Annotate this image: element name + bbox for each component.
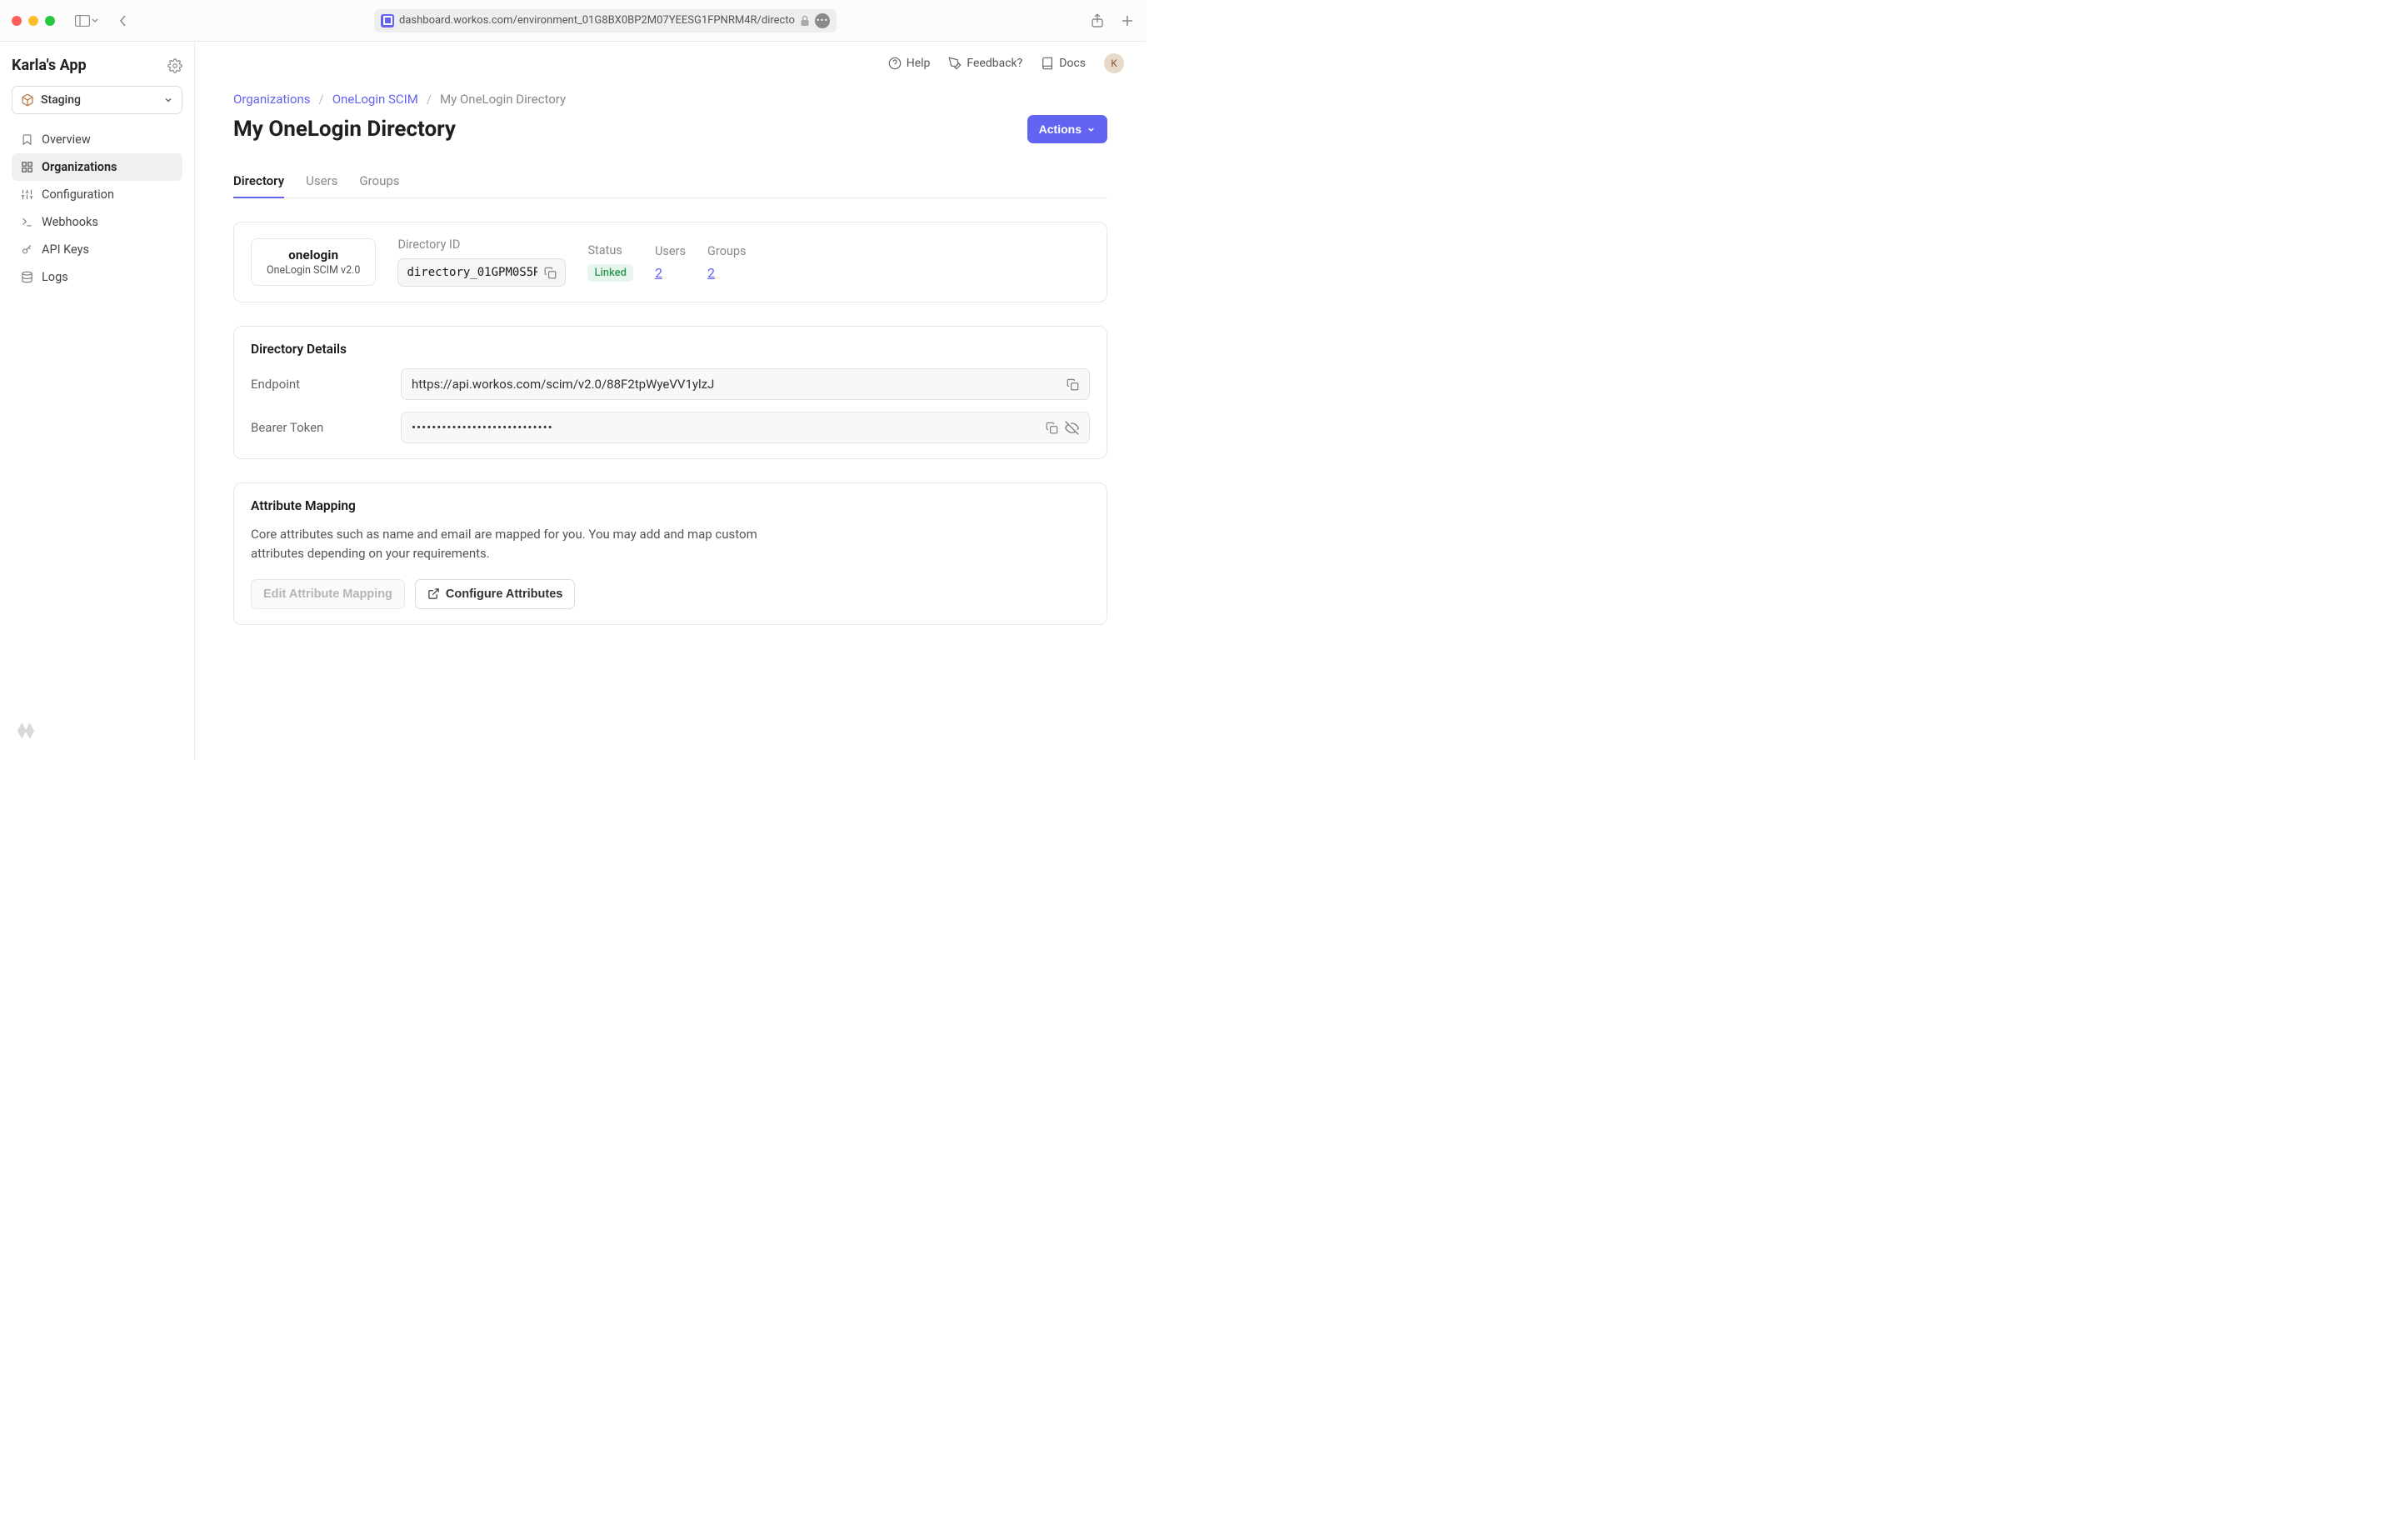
workos-logo <box>12 717 182 745</box>
configure-attributes-button[interactable]: Configure Attributes <box>415 579 575 609</box>
sidebar-item-label: Logs <box>42 270 68 284</box>
breadcrumb: Organizations / OneLogin SCIM / My OneLo… <box>233 92 1107 107</box>
sidebar-item-logs[interactable]: Logs <box>12 263 182 291</box>
traffic-lights <box>12 16 55 26</box>
sidebar-item-overview[interactable]: Overview <box>12 126 182 153</box>
browser-back-button[interactable] <box>118 14 128 28</box>
lock-icon <box>800 15 810 27</box>
endpoint-value: https://api.workos.com/scim/v2.0/88F2tpW… <box>412 377 1060 392</box>
groups-label: Groups <box>707 244 747 258</box>
site-menu-icon[interactable]: ••• <box>815 13 830 28</box>
endpoint-label: Endpoint <box>251 377 392 392</box>
avatar[interactable]: K <box>1104 53 1124 73</box>
breadcrumb-org[interactable]: OneLogin SCIM <box>332 92 418 107</box>
groups-count-link[interactable]: 2 <box>707 265 747 281</box>
feedback-label: Feedback? <box>967 57 1022 70</box>
sidebar: Karla's App Staging Overview Organizatio… <box>0 42 195 760</box>
directory-id-field[interactable]: directory_01GPM0S5RNS <box>397 258 566 287</box>
docs-label: Docs <box>1059 57 1086 70</box>
users-count-link[interactable]: 2 <box>655 265 686 281</box>
url-text: dashboard.workos.com/environment_01G8BX0… <box>399 14 795 27</box>
logs-icon <box>20 271 33 284</box>
edit-attribute-mapping-button: Edit Attribute Mapping <box>251 579 405 609</box>
provider-subtitle: OneLogin SCIM v2.0 <box>267 264 360 277</box>
attribute-mapping-desc: Core attributes such as name and email a… <box>251 525 784 564</box>
tab-directory[interactable]: Directory <box>233 165 284 198</box>
site-favicon-icon <box>381 14 394 28</box>
sidebar-item-api-keys[interactable]: API Keys <box>12 236 182 263</box>
users-label: Users <box>655 244 686 258</box>
tab-groups[interactable]: Groups <box>359 165 399 198</box>
share-icon[interactable] <box>1091 13 1104 28</box>
endpoint-field[interactable]: https://api.workos.com/scim/v2.0/88F2tpW… <box>401 368 1090 400</box>
breadcrumb-separator: / <box>427 92 432 107</box>
actions-label: Actions <box>1039 122 1082 136</box>
bearer-token-label: Bearer Token <box>251 420 392 435</box>
bearer-token-value: •••••••••••••••••••••••••••• <box>412 420 1039 435</box>
app-name: Karla's App <box>12 57 87 74</box>
sidebar-item-organizations[interactable]: Organizations <box>12 153 182 181</box>
copy-icon[interactable] <box>1046 422 1058 434</box>
bookmark-icon <box>20 133 33 147</box>
tab-users[interactable]: Users <box>306 165 337 198</box>
sidebar-item-label: Organizations <box>42 160 117 174</box>
settings-icon[interactable] <box>167 58 182 73</box>
sidebar-item-label: Overview <box>42 132 91 147</box>
breadcrumb-organizations[interactable]: Organizations <box>233 92 311 107</box>
browser-sidebar-toggle[interactable] <box>75 15 98 27</box>
box-icon <box>21 93 34 107</box>
directory-id-value: directory_01GPM0S5RNS <box>407 266 537 279</box>
grid-icon <box>20 161 33 174</box>
actions-button[interactable]: Actions <box>1027 115 1107 143</box>
sidebar-item-label: Webhooks <box>42 215 98 229</box>
docs-link[interactable]: Docs <box>1041 57 1086 70</box>
new-tab-button[interactable] <box>1121 14 1134 28</box>
key-icon <box>20 243 33 257</box>
chevron-down-icon <box>163 95 173 105</box>
attribute-mapping-card: Attribute Mapping Core attributes such a… <box>233 482 1107 625</box>
copy-icon[interactable] <box>544 267 557 279</box>
sidebar-item-label: Configuration <box>42 188 114 202</box>
attribute-mapping-title: Attribute Mapping <box>251 498 1090 513</box>
window-close-icon[interactable] <box>12 16 22 26</box>
terminal-icon <box>20 216 33 229</box>
environment-select[interactable]: Staging <box>12 86 182 114</box>
help-label: Help <box>907 57 931 70</box>
window-minimize-icon[interactable] <box>28 16 38 26</box>
sidebar-item-webhooks[interactable]: Webhooks <box>12 208 182 236</box>
chevron-down-icon <box>1087 125 1096 134</box>
breadcrumb-current: My OneLogin Directory <box>440 92 566 107</box>
eye-off-icon[interactable] <box>1065 421 1079 435</box>
help-link[interactable]: Help <box>888 57 931 70</box>
breadcrumb-separator: / <box>319 92 324 107</box>
environment-label: Staging <box>41 93 81 107</box>
sidebar-item-configuration[interactable]: Configuration <box>12 181 182 208</box>
status-label: Status <box>587 243 633 258</box>
directory-summary-card: onelogin OneLogin SCIM v2.0 Directory ID… <box>233 222 1107 302</box>
url-bar[interactable]: dashboard.workos.com/environment_01G8BX0… <box>374 9 837 32</box>
directory-details-card: Directory Details Endpoint https://api.w… <box>233 326 1107 459</box>
directory-id-label: Directory ID <box>397 238 566 252</box>
provider-box: onelogin OneLogin SCIM v2.0 <box>251 238 376 286</box>
sliders-icon <box>20 188 33 202</box>
topbar: Help Feedback? Docs K <box>195 42 1146 85</box>
provider-logo: onelogin <box>288 248 338 262</box>
status-badge: Linked <box>587 264 633 282</box>
main: Help Feedback? Docs K Organizations / On… <box>195 42 1146 760</box>
sidebar-item-label: API Keys <box>42 242 89 257</box>
bearer-token-field[interactable]: •••••••••••••••••••••••••••• <box>401 412 1090 443</box>
external-link-icon <box>427 588 440 600</box>
page-title: My OneLogin Directory <box>233 117 456 142</box>
tabs: Directory Users Groups <box>233 165 1107 198</box>
feedback-link[interactable]: Feedback? <box>948 57 1022 70</box>
browser-chrome: dashboard.workos.com/environment_01G8BX0… <box>0 0 1146 42</box>
copy-icon[interactable] <box>1067 378 1079 391</box>
directory-details-title: Directory Details <box>251 342 1090 357</box>
window-zoom-icon[interactable] <box>45 16 55 26</box>
